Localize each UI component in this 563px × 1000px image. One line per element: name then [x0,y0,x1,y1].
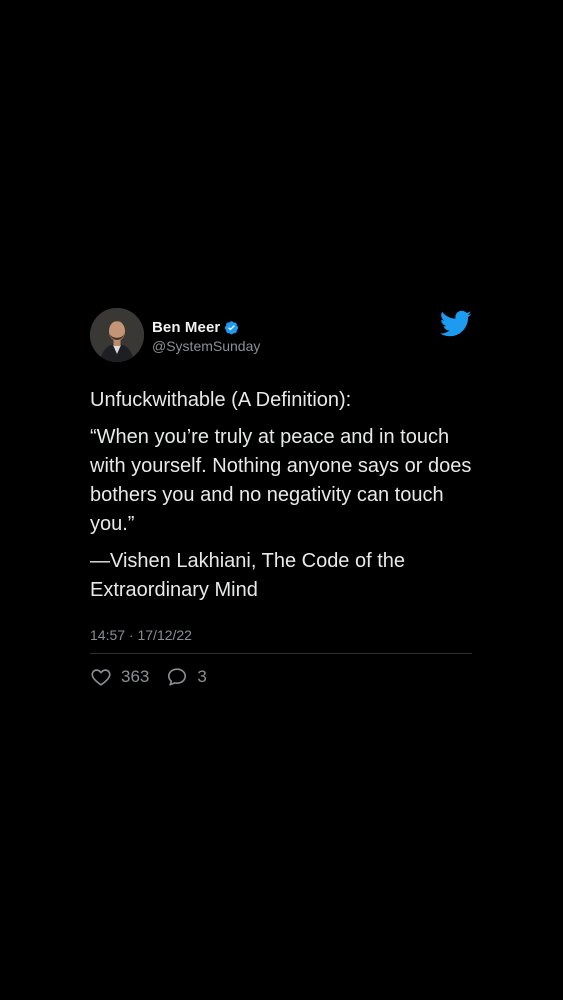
tweet-body: Unfuckwithable (A Definition): “When you… [90,386,472,605]
like-button[interactable]: 363 [90,666,149,688]
tweet-title-line: Unfuckwithable (A Definition): [90,389,352,411]
tweet-timestamp[interactable]: 14:57 · 17/12/22 [90,627,472,643]
tweet-header: Ben Meer @SystemSunday [90,308,472,364]
author-name[interactable]: Ben Meer [152,319,220,336]
heart-icon [91,669,111,686]
tweet-card: Ben Meer @SystemSunday Unfuckwithable (A… [90,308,472,688]
tweet-quote: “When you’re truly at peace and in touch… [90,426,472,535]
reply-count: 3 [197,667,207,686]
divider [90,653,472,654]
author-handle[interactable]: @SystemSunday [152,338,260,354]
verified-badge-icon [225,320,239,334]
tweet-attribution: —Vishen Lakhiani, The Code of the Extrao… [90,550,406,601]
avatar[interactable] [90,308,144,362]
like-count: 363 [121,667,150,686]
author-block: Ben Meer @SystemSunday [152,317,260,355]
reply-button[interactable]: 3 [166,666,207,688]
twitter-bird-icon[interactable] [440,310,472,338]
avatar-photo-icon [90,308,144,362]
name-row: Ben Meer [152,317,260,337]
tweet-actions: 363 3 [90,666,472,688]
reply-bubble-icon [168,668,187,686]
